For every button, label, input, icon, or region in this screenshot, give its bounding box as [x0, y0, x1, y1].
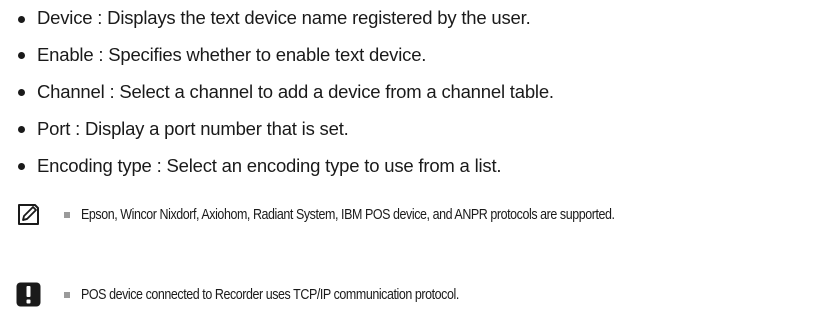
feature-description-list: Device : Displays the text device name r…	[18, 0, 808, 184]
list-item-text: Channel : Select a channel to add a devi…	[37, 80, 554, 102]
caution-exclamation-icon	[16, 282, 41, 307]
list-item-text: Enable : Specifies whether to enable tex…	[37, 43, 427, 65]
list-item-encoding-type: Encoding type : Select an encoding type …	[18, 147, 808, 184]
caution-note: POS device connected to Recorder uses TC…	[16, 282, 520, 307]
list-item-channel: Channel : Select a channel to add a devi…	[18, 73, 808, 110]
bullet-icon	[18, 163, 25, 170]
memo-note-text: Epson, Wincor Nixdorf, Axiohom, Radiant …	[81, 206, 615, 223]
list-item-text: Device : Displays the text device name r…	[37, 7, 531, 28]
list-item-text: Encoding type : Select an encoding type …	[37, 154, 502, 176]
bullet-icon	[18, 89, 25, 96]
bullet-icon	[18, 15, 25, 23]
memo-note: Epson, Wincor Nixdorf, Axiohom, Radiant …	[16, 202, 701, 227]
list-item-port: Port : Display a port number that is set…	[18, 110, 808, 147]
bullet-icon	[18, 52, 25, 59]
caution-note-text: POS device connected to Recorder uses TC…	[81, 286, 459, 303]
bullet-icon	[18, 126, 25, 133]
memo-pencil-icon	[16, 202, 41, 227]
list-item-device: Device : Displays the text device name r…	[18, 0, 808, 36]
list-item-text: Port : Display a port number that is set…	[37, 117, 349, 139]
note-square-marker	[64, 211, 70, 218]
note-square-marker	[64, 291, 70, 298]
list-item-enable: Enable : Specifies whether to enable tex…	[18, 36, 808, 73]
